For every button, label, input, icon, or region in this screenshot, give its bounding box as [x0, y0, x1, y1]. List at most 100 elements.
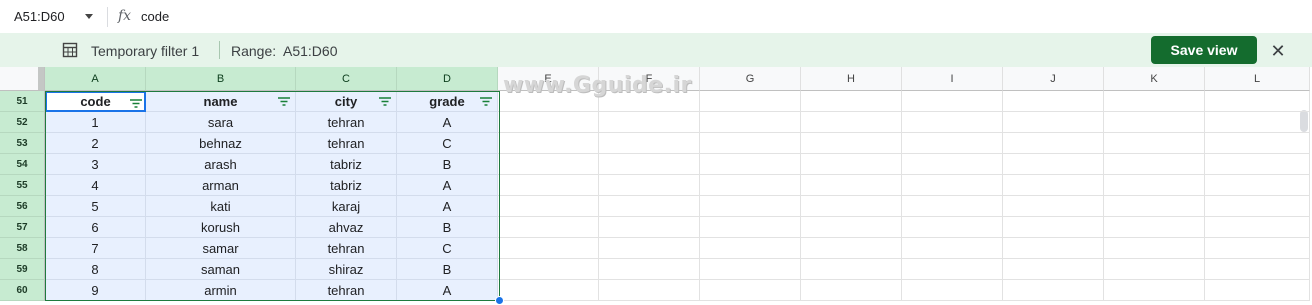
empty-cell[interactable]	[1205, 154, 1310, 175]
empty-cell[interactable]	[599, 133, 700, 154]
empty-cell[interactable]	[599, 112, 700, 133]
column-header-k[interactable]: K	[1104, 67, 1205, 91]
table-cell[interactable]: 8	[45, 259, 146, 280]
close-icon[interactable]: ✕	[1268, 41, 1288, 61]
empty-cell[interactable]	[1104, 91, 1205, 112]
empty-cell[interactable]	[498, 196, 599, 217]
empty-cell[interactable]	[1205, 238, 1310, 259]
empty-cell[interactable]	[700, 175, 801, 196]
empty-cell[interactable]	[1104, 154, 1205, 175]
name-box[interactable]: A51:D60	[14, 9, 65, 24]
row-header-57[interactable]: 57	[0, 217, 45, 238]
empty-cell[interactable]	[1003, 154, 1104, 175]
empty-cell[interactable]	[498, 154, 599, 175]
column-header-c[interactable]: C	[296, 67, 397, 91]
empty-cell[interactable]	[700, 91, 801, 112]
empty-cell[interactable]	[1205, 196, 1310, 217]
filter-icon[interactable]	[278, 97, 290, 106]
range-value[interactable]: A51:D60	[283, 43, 337, 59]
empty-cell[interactable]	[902, 238, 1003, 259]
empty-cell[interactable]	[1205, 217, 1310, 238]
table-cell[interactable]: shiraz	[296, 259, 397, 280]
empty-cell[interactable]	[1104, 280, 1205, 301]
empty-cell[interactable]	[1104, 133, 1205, 154]
empty-cell[interactable]	[1003, 238, 1104, 259]
empty-cell[interactable]	[1003, 112, 1104, 133]
table-cell[interactable]: 3	[45, 154, 146, 175]
row-header-59[interactable]: 59	[0, 259, 45, 280]
empty-cell[interactable]	[599, 175, 700, 196]
empty-cell[interactable]	[1104, 175, 1205, 196]
table-cell[interactable]: C	[397, 238, 498, 259]
save-view-button[interactable]: Save view	[1151, 36, 1257, 64]
table-cell[interactable]: tehran	[296, 280, 397, 301]
empty-cell[interactable]	[599, 196, 700, 217]
table-cell[interactable]: tehran	[296, 238, 397, 259]
empty-cell[interactable]	[1104, 196, 1205, 217]
empty-cell[interactable]	[599, 217, 700, 238]
row-header-54[interactable]: 54	[0, 154, 45, 175]
empty-cell[interactable]	[498, 259, 599, 280]
table-cell[interactable]: B	[397, 217, 498, 238]
empty-cell[interactable]	[700, 217, 801, 238]
row-header-60[interactable]: 60	[0, 280, 45, 301]
table-cell[interactable]: 9	[45, 280, 146, 301]
column-header-d[interactable]: D	[397, 67, 498, 91]
empty-cell[interactable]	[498, 217, 599, 238]
table-cell[interactable]: 6	[45, 217, 146, 238]
table-cell[interactable]: arash	[146, 154, 296, 175]
table-cell[interactable]: behnaz	[146, 133, 296, 154]
empty-cell[interactable]	[801, 259, 902, 280]
empty-cell[interactable]	[902, 154, 1003, 175]
table-cell[interactable]: sara	[146, 112, 296, 133]
table-cell[interactable]: kati	[146, 196, 296, 217]
filter-view-name[interactable]: Temporary filter 1	[91, 43, 199, 59]
empty-cell[interactable]	[700, 280, 801, 301]
table-cell[interactable]: 5	[45, 196, 146, 217]
header-cell-name[interactable]: name	[146, 91, 296, 112]
header-cell-code[interactable]: code	[45, 91, 146, 112]
empty-cell[interactable]	[700, 154, 801, 175]
empty-cell[interactable]	[801, 91, 902, 112]
empty-cell[interactable]	[801, 112, 902, 133]
empty-cell[interactable]	[1205, 112, 1310, 133]
empty-cell[interactable]	[902, 280, 1003, 301]
table-cell[interactable]: A	[397, 175, 498, 196]
header-cell-city[interactable]: city	[296, 91, 397, 112]
empty-cell[interactable]	[599, 238, 700, 259]
empty-cell[interactable]	[801, 133, 902, 154]
empty-cell[interactable]	[1104, 217, 1205, 238]
empty-cell[interactable]	[498, 133, 599, 154]
empty-cell[interactable]	[700, 196, 801, 217]
empty-cell[interactable]	[1003, 133, 1104, 154]
empty-cell[interactable]	[599, 280, 700, 301]
empty-cell[interactable]	[498, 112, 599, 133]
header-cell-grade[interactable]: grade	[397, 91, 498, 112]
row-header-58[interactable]: 58	[0, 238, 45, 259]
empty-cell[interactable]	[700, 112, 801, 133]
empty-cell[interactable]	[902, 112, 1003, 133]
empty-cell[interactable]	[700, 259, 801, 280]
row-header-51[interactable]: 51	[0, 91, 45, 112]
empty-cell[interactable]	[1205, 91, 1310, 112]
empty-cell[interactable]	[1003, 280, 1104, 301]
name-box-dropdown-icon[interactable]	[85, 14, 93, 19]
table-cell[interactable]: A	[397, 112, 498, 133]
table-cell[interactable]: saman	[146, 259, 296, 280]
table-cell[interactable]: A	[397, 196, 498, 217]
empty-cell[interactable]	[902, 217, 1003, 238]
table-cell[interactable]: 7	[45, 238, 146, 259]
empty-cell[interactable]	[700, 133, 801, 154]
filter-icon[interactable]	[379, 97, 391, 106]
formula-input[interactable]: code	[141, 9, 169, 24]
table-cell[interactable]: tehran	[296, 112, 397, 133]
empty-cell[interactable]	[498, 280, 599, 301]
row-header-56[interactable]: 56	[0, 196, 45, 217]
table-cell[interactable]: 2	[45, 133, 146, 154]
table-cell[interactable]: korush	[146, 217, 296, 238]
empty-cell[interactable]	[1205, 133, 1310, 154]
table-cell[interactable]: arman	[146, 175, 296, 196]
empty-cell[interactable]	[599, 154, 700, 175]
empty-cell[interactable]	[902, 175, 1003, 196]
table-cell[interactable]: B	[397, 154, 498, 175]
